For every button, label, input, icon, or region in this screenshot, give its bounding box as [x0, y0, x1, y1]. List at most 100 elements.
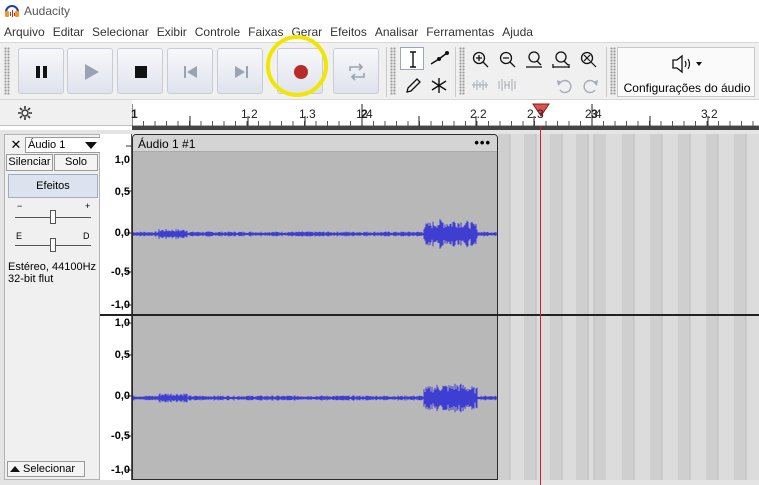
channel-divider [100, 314, 759, 316]
track-name-menu-button[interactable]: Áudio 1 [25, 137, 101, 153]
pan-slider-thumb[interactable] [50, 238, 56, 252]
loop-icon [349, 63, 365, 81]
title-bar: Audacity [0, 0, 759, 22]
play-button[interactable] [67, 48, 113, 94]
zoom-in-button[interactable] [467, 47, 491, 70]
gear-icon[interactable] [15, 103, 35, 123]
draw-tool-button[interactable] [400, 73, 424, 96]
skip-to-start-icon [184, 66, 197, 78]
play-icon [85, 64, 99, 80]
skip-to-end-button[interactable] [217, 48, 263, 94]
ruler-tick-label: 3 [591, 107, 598, 121]
ruler-tick-label: 1 [131, 107, 138, 121]
dropdown-arrow-icon [85, 142, 97, 149]
menu-faixas[interactable]: Faixas [244, 25, 287, 39]
trim-button[interactable] [467, 73, 491, 96]
silence-button[interactable] [494, 73, 518, 96]
selection-tool-button[interactable] [400, 47, 424, 70]
track-name: Áudio 1 [28, 139, 66, 151]
gain-plus-label: + [85, 201, 91, 211]
mute-button[interactable]: Silenciar [6, 154, 53, 171]
menu-editar[interactable]: Editar [49, 25, 88, 39]
track-control-panel: ✕ Áudio 1 Silenciar Solo Efeitos − + E D… [4, 134, 101, 480]
fit-project-button[interactable] [548, 47, 572, 70]
amplitude-ruler[interactable]: 1,0 0,5 0,0 -0,5 -1,0 1,0 0,5 0,0 -0,5 -… [100, 134, 132, 480]
menu-selecionar[interactable]: Selecionar [88, 25, 153, 39]
audio-clip[interactable]: Áudio 1 #1 ••• [132, 134, 498, 480]
redo-button[interactable] [578, 73, 602, 96]
track-format-rate: Estéreo, 44100Hz [8, 261, 97, 273]
menu-ajuda[interactable]: Ajuda [498, 25, 537, 39]
audio-setup-label: Configurações do áudio [623, 81, 751, 95]
toolbar-grip[interactable] [610, 47, 616, 95]
track-format-depth: 32-bit flut [8, 273, 54, 285]
zoom-out-icon [499, 51, 516, 68]
skip-to-end-icon [235, 66, 248, 78]
toolbar-separator [455, 47, 456, 97]
ruler-tick-label: 2.3 [527, 107, 544, 121]
pause-icon [36, 66, 47, 78]
scale-label: -0,5 [111, 430, 130, 442]
asterisk-icon [431, 78, 447, 93]
redo-icon [583, 79, 598, 94]
gain-slider-thumb[interactable] [50, 210, 56, 224]
envelope-tool-button[interactable] [426, 47, 450, 70]
zoom-in-icon [472, 51, 489, 68]
silence-audio-icon [498, 79, 516, 91]
gain-minus-label: − [17, 201, 23, 211]
scale-label: -0,5 [111, 266, 130, 278]
menu-analisar[interactable]: Analisar [371, 25, 422, 39]
menu-ferramentas[interactable]: Ferramentas [422, 25, 498, 39]
scale-label: 0,5 [114, 186, 130, 198]
pan-right-label: D [83, 231, 90, 241]
menu-exibir[interactable]: Exibir [153, 25, 191, 39]
ruler-tick-label: 2.2 [470, 107, 487, 121]
toolbar-separator [606, 47, 607, 97]
i-beam-icon [410, 51, 416, 68]
scale-label: 0,5 [114, 349, 130, 361]
scale-label: -1,0 [111, 464, 130, 476]
scale-label: 0,0 [114, 390, 130, 402]
effects-button[interactable]: Efeitos [8, 174, 98, 198]
skip-to-start-button[interactable] [167, 48, 213, 94]
timeline-ruler[interactable]: 11.21.31.422.22.32.433.23.3 [131, 100, 759, 126]
zoom-toggle-icon [580, 51, 597, 68]
ruler-ticks [132, 104, 754, 126]
toolbar-grip[interactable] [459, 47, 465, 95]
playhead-line [540, 126, 541, 485]
close-track-button[interactable]: ✕ [8, 137, 24, 153]
audio-setup-button[interactable]: Configurações do áudio [617, 47, 755, 97]
zoom-out-button[interactable] [494, 47, 518, 70]
zoom-fit-icon [552, 51, 570, 68]
menu-controle[interactable]: Controle [191, 25, 244, 39]
toolbar-separator [386, 47, 387, 97]
undo-button[interactable] [551, 73, 575, 96]
fit-selection-button[interactable] [521, 47, 545, 70]
record-highlight-circle [266, 35, 328, 97]
empty-track-area[interactable] [498, 134, 759, 480]
ruler-tick-label: 1.3 [299, 107, 316, 121]
menu-arquivo[interactable]: Arquivo [0, 25, 49, 39]
multi-tool-button[interactable] [426, 73, 450, 96]
stop-button[interactable] [117, 48, 163, 94]
collapse-arrow-icon [10, 466, 20, 472]
toolbar-grip[interactable] [390, 47, 396, 95]
zoom-toggle-button[interactable] [575, 47, 599, 70]
scale-label: 1,0 [114, 154, 130, 166]
waveform [133, 219, 497, 413]
audacity-logo-icon [5, 5, 19, 17]
speaker-icon [672, 54, 702, 74]
track-format-info: Estéreo, 44100Hz 32-bit flut [8, 261, 96, 285]
pause-button[interactable] [18, 48, 64, 94]
scale-label: -1,0 [111, 299, 130, 311]
scale-label: 0,0 [114, 227, 130, 239]
menu-efeitos[interactable]: Efeitos [326, 25, 371, 39]
toolbar-grip[interactable] [4, 47, 10, 95]
solo-button[interactable]: Solo [54, 154, 98, 171]
toolbar: Configurações do áudio [0, 42, 759, 100]
menu-bar: Arquivo Editar Selecionar Exibir Control… [0, 22, 759, 42]
loop-button[interactable] [333, 48, 379, 94]
timeline-settings-area [0, 100, 132, 126]
select-track-button[interactable]: Selecionar [7, 461, 85, 477]
scale-label: 1,0 [114, 317, 130, 329]
